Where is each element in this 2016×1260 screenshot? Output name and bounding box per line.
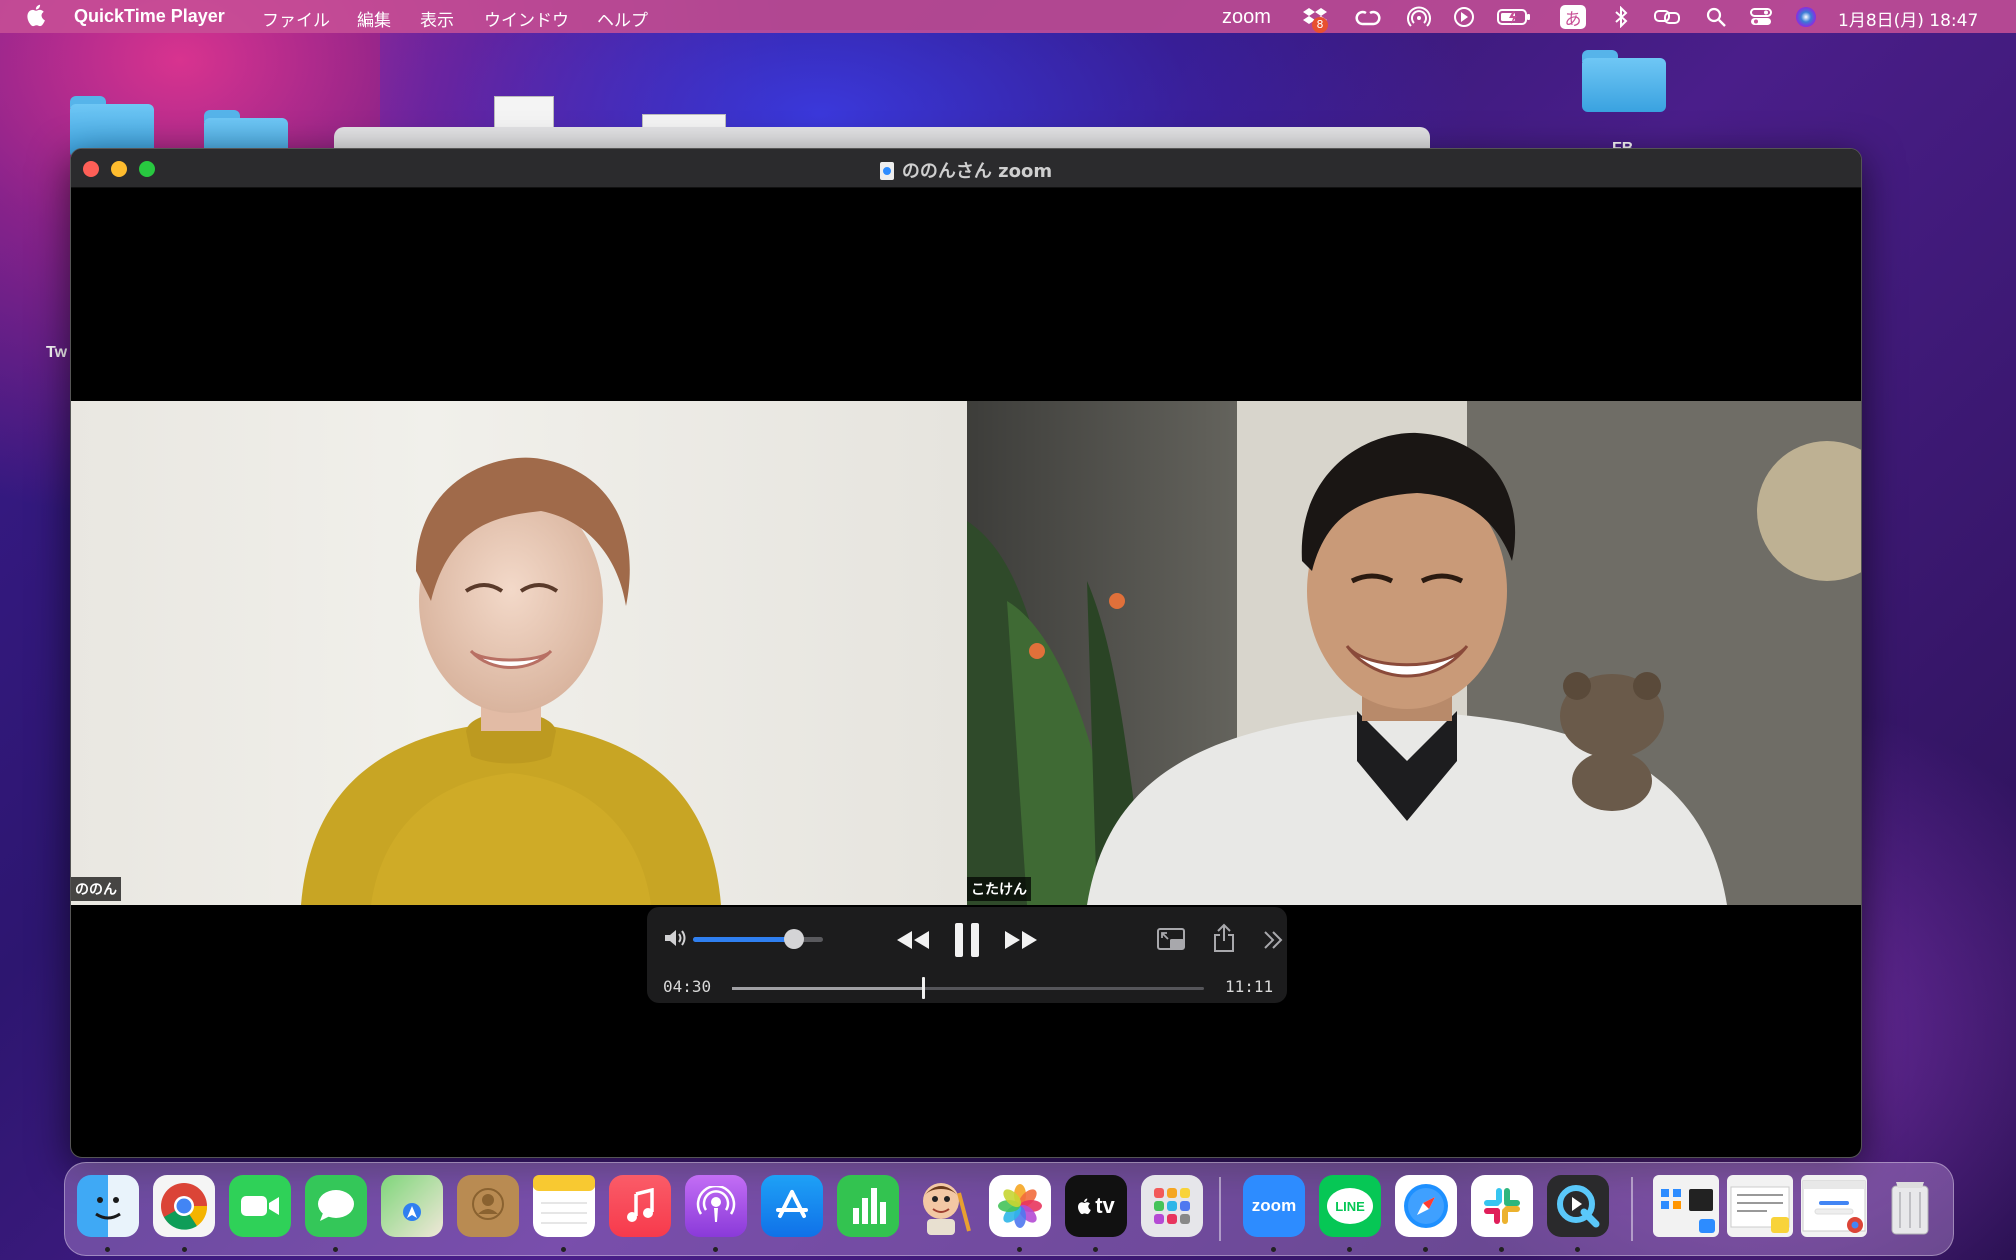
spotlight-search-icon[interactable] bbox=[1704, 5, 1728, 29]
input-method-indicator[interactable]: あ bbox=[1560, 5, 1586, 30]
app-store-icon[interactable] bbox=[761, 1175, 823, 1237]
volume-icon[interactable] bbox=[663, 927, 689, 949]
facetime-icon[interactable] bbox=[229, 1175, 291, 1237]
menu-file[interactable]: ファイル bbox=[262, 6, 330, 31]
music-icon[interactable] bbox=[609, 1175, 671, 1237]
apple-tv-icon[interactable]: tv bbox=[1065, 1175, 1127, 1237]
siri-icon[interactable] bbox=[1794, 5, 1818, 29]
creative-cloud-icon[interactable] bbox=[1354, 5, 1382, 29]
rewind-button[interactable] bbox=[893, 925, 933, 955]
chrome-icon[interactable] bbox=[153, 1175, 215, 1237]
share-button[interactable] bbox=[1209, 921, 1239, 955]
launchpad-icon[interactable] bbox=[1141, 1175, 1203, 1237]
menu-edit[interactable]: 編集 bbox=[357, 6, 391, 31]
podcasts-icon[interactable] bbox=[685, 1175, 747, 1237]
timeline-playhead[interactable] bbox=[922, 977, 926, 999]
picture-in-picture-button[interactable] bbox=[1155, 925, 1189, 955]
desktop-item-label: Tw bbox=[46, 344, 68, 361]
volume-slider-knob[interactable] bbox=[784, 929, 805, 949]
apple-menu-icon[interactable] bbox=[26, 3, 48, 27]
line-app-icon[interactable]: LINE bbox=[1319, 1175, 1381, 1237]
play-status-icon[interactable] bbox=[1452, 5, 1476, 29]
timeline-progress bbox=[732, 987, 924, 990]
minimized-window-thumbnail[interactable] bbox=[1801, 1175, 1867, 1237]
dropbox-badge: 8 bbox=[1312, 17, 1328, 33]
menu-help[interactable]: ヘルプ bbox=[597, 6, 648, 31]
desktop-folder-icon[interactable] bbox=[1582, 50, 1666, 112]
menubar-clock[interactable]: 1月8日(月) 18:47 bbox=[1838, 6, 1978, 31]
character-app-icon[interactable] bbox=[913, 1175, 975, 1237]
notes-icon[interactable] bbox=[533, 1175, 595, 1237]
video-tile-right: こたけん bbox=[967, 401, 1861, 905]
minimized-window-thumbnail[interactable] bbox=[1653, 1175, 1719, 1237]
participant-video-left bbox=[301, 457, 721, 905]
maps-icon[interactable] bbox=[381, 1175, 443, 1237]
dropbox-icon[interactable]: 8 bbox=[1300, 5, 1330, 33]
participant-name-tag: ののん bbox=[71, 877, 121, 901]
apple-tv-label: tv bbox=[1095, 1193, 1115, 1218]
minimized-window-thumbnail[interactable] bbox=[1727, 1175, 1793, 1237]
window-titlebar[interactable]: ののんさん zoom bbox=[71, 149, 1861, 188]
pause-button[interactable] bbox=[947, 919, 987, 961]
participant-name-tag: こたけん bbox=[967, 877, 1031, 901]
elapsed-time: 04:30 bbox=[663, 977, 712, 996]
window-title-text: ののんさん zoom bbox=[901, 161, 1053, 182]
volume-slider-fill bbox=[693, 937, 795, 942]
contacts-icon[interactable] bbox=[457, 1175, 519, 1237]
zoom-app-icon[interactable]: zoom bbox=[1243, 1175, 1305, 1237]
dock-separator bbox=[1219, 1177, 1221, 1241]
total-duration: 11:11 bbox=[1225, 977, 1274, 996]
safari-icon[interactable] bbox=[1395, 1175, 1457, 1237]
battery-icon[interactable] bbox=[1496, 5, 1532, 29]
messages-icon[interactable] bbox=[305, 1175, 367, 1237]
window-title: ののんさん zoom bbox=[71, 157, 1861, 183]
bluetooth-icon[interactable] bbox=[1612, 5, 1630, 29]
zoom-status-item[interactable]: zoom bbox=[1222, 5, 1271, 29]
quicktime-icon[interactable] bbox=[1547, 1175, 1609, 1237]
trash-icon[interactable] bbox=[1879, 1175, 1941, 1237]
numbers-icon[interactable] bbox=[837, 1175, 899, 1237]
more-options-chevron-icon[interactable] bbox=[1259, 925, 1287, 955]
dock: tv zoom LINE bbox=[64, 1162, 1954, 1256]
photos-icon[interactable] bbox=[989, 1175, 1051, 1237]
playback-controls: 04:30 11:11 bbox=[647, 907, 1287, 1003]
quicktime-window: ののんさん zoom ののん こたけん 04:30 11:11 bbox=[70, 148, 1862, 1158]
dock-separator bbox=[1631, 1177, 1633, 1241]
airdrop-icon[interactable] bbox=[1406, 5, 1432, 29]
video-tile-left: ののん bbox=[71, 401, 967, 905]
menu-window[interactable]: ウインドウ bbox=[484, 6, 569, 31]
volume-slider[interactable] bbox=[693, 929, 823, 949]
document-proxy-icon[interactable] bbox=[879, 162, 894, 180]
app-name-menu[interactable]: QuickTime Player bbox=[74, 6, 225, 27]
slack-icon[interactable] bbox=[1471, 1175, 1533, 1237]
timeline-scrubber[interactable] bbox=[732, 977, 1204, 999]
participant-video-right bbox=[967, 401, 1861, 905]
control-center-icon[interactable] bbox=[1748, 5, 1774, 29]
menu-bar: QuickTime Player ファイル 編集 表示 ウインドウ ヘルプ zo… bbox=[0, 0, 2016, 33]
line-bubble: LINE bbox=[1327, 1188, 1373, 1224]
screen-mirroring-icon[interactable] bbox=[1652, 5, 1682, 29]
fast-forward-button[interactable] bbox=[1001, 925, 1041, 955]
menu-view[interactable]: 表示 bbox=[420, 6, 454, 31]
finder-icon[interactable] bbox=[77, 1175, 139, 1237]
